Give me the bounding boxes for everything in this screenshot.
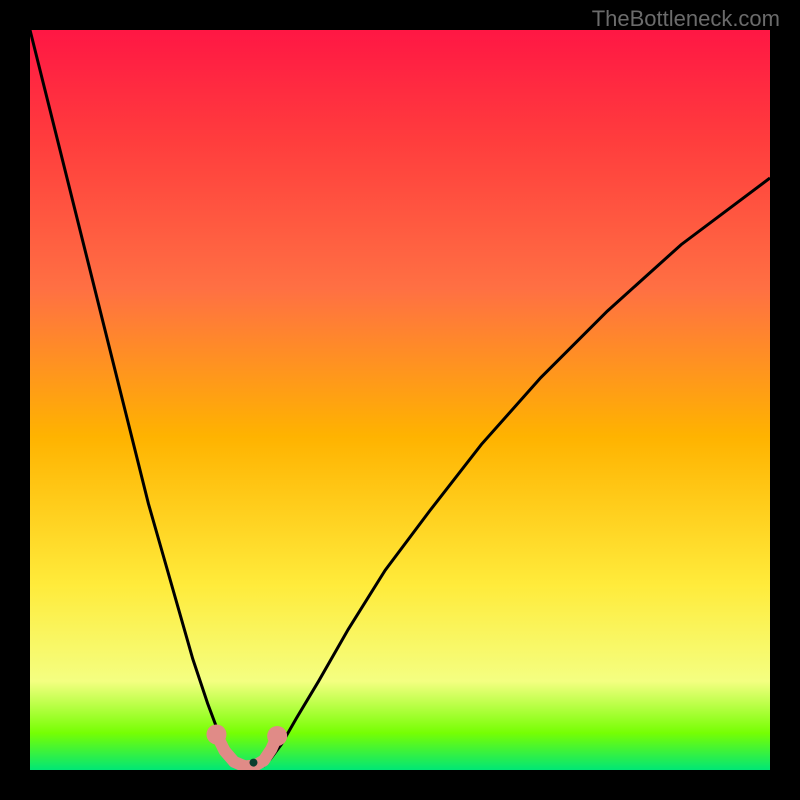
trough-dot: [249, 759, 257, 767]
chart-plot-area: [30, 30, 770, 770]
chart-svg: [30, 30, 770, 770]
watermark-text: TheBottleneck.com: [592, 6, 780, 32]
gradient-background: [30, 30, 770, 770]
